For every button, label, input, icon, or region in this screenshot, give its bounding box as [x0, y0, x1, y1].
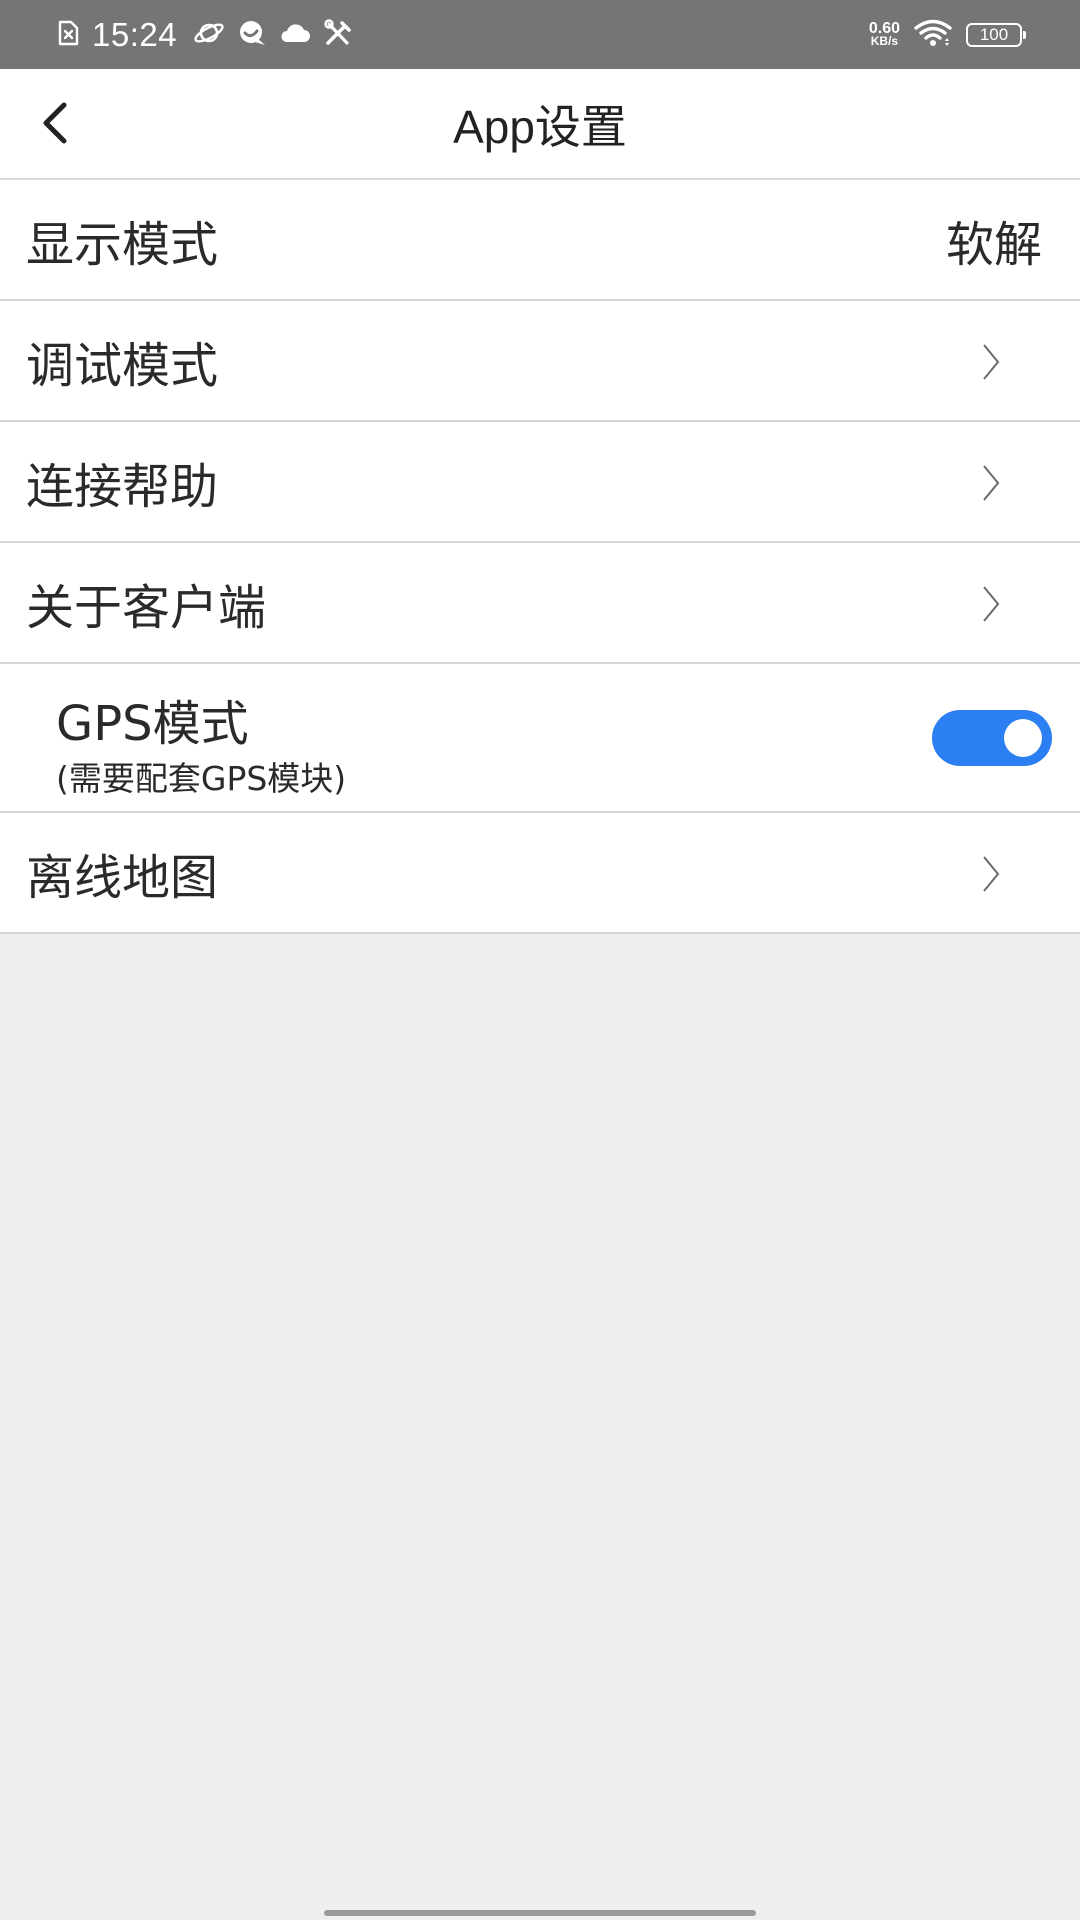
home-indicator[interactable]: [324, 1910, 756, 1916]
chevron-right-icon: [983, 465, 1000, 501]
chevron-right-icon: [983, 344, 1000, 380]
display-mode-value[interactable]: 软解: [946, 180, 1042, 299]
net-speed-indicator: 0.60 KB/s: [868, 19, 900, 48]
chat-bubble-icon: [237, 19, 267, 51]
debug-mode-row[interactable]: 调试模式: [0, 301, 1080, 422]
chevron-right-icon: [983, 586, 1000, 622]
about-client-label: 关于客户端: [26, 579, 267, 636]
page-title: App设置: [453, 100, 627, 153]
display-mode-row[interactable]: 显示模式 软解: [0, 180, 1080, 301]
net-speed-value: 0.60: [868, 19, 900, 37]
gps-mode-toggle[interactable]: [932, 710, 1052, 766]
sim-off-icon: [56, 20, 80, 50]
settings-list: 显示模式 软解 调试模式 连接帮助 关于客户端 GPS模式 (需要配套GPS模块…: [0, 180, 1080, 934]
offline-map-label: 离线地图: [26, 849, 219, 906]
title-bar: App设置: [0, 69, 1080, 180]
chevron-right-icon: [983, 856, 1000, 892]
cloud-icon: [279, 22, 311, 48]
back-button[interactable]: [20, 87, 92, 159]
status-bar: 15:24 0.60 KB/s 100: [0, 0, 1080, 69]
net-speed-unit: KB/s: [870, 33, 899, 48]
status-left-group: 15:24: [56, 0, 353, 69]
planet-icon: [193, 20, 225, 50]
back-arrow-icon: [43, 102, 67, 144]
about-client-row[interactable]: 关于客户端: [0, 543, 1080, 664]
debug-mode-label: 调试模式: [26, 337, 219, 394]
gps-mode-row: GPS模式 (需要配套GPS模块): [0, 664, 1080, 813]
gps-mode-sublabel: (需要配套GPS模块): [56, 759, 347, 798]
tools-icon: [323, 18, 353, 51]
battery-level: 100: [979, 24, 1009, 44]
wifi-icon: [914, 19, 952, 51]
status-time: 15:24: [92, 15, 178, 53]
display-mode-label: 显示模式: [26, 216, 219, 273]
toggle-knob: [1004, 719, 1042, 757]
offline-map-row[interactable]: 离线地图: [0, 813, 1080, 934]
connect-help-row[interactable]: 连接帮助: [0, 422, 1080, 543]
battery-icon: 100: [966, 22, 1026, 47]
status-right-group: 0.60 KB/s 100: [868, 0, 1026, 69]
connect-help-label: 连接帮助: [26, 458, 219, 515]
gps-mode-label: GPS模式: [56, 696, 249, 752]
